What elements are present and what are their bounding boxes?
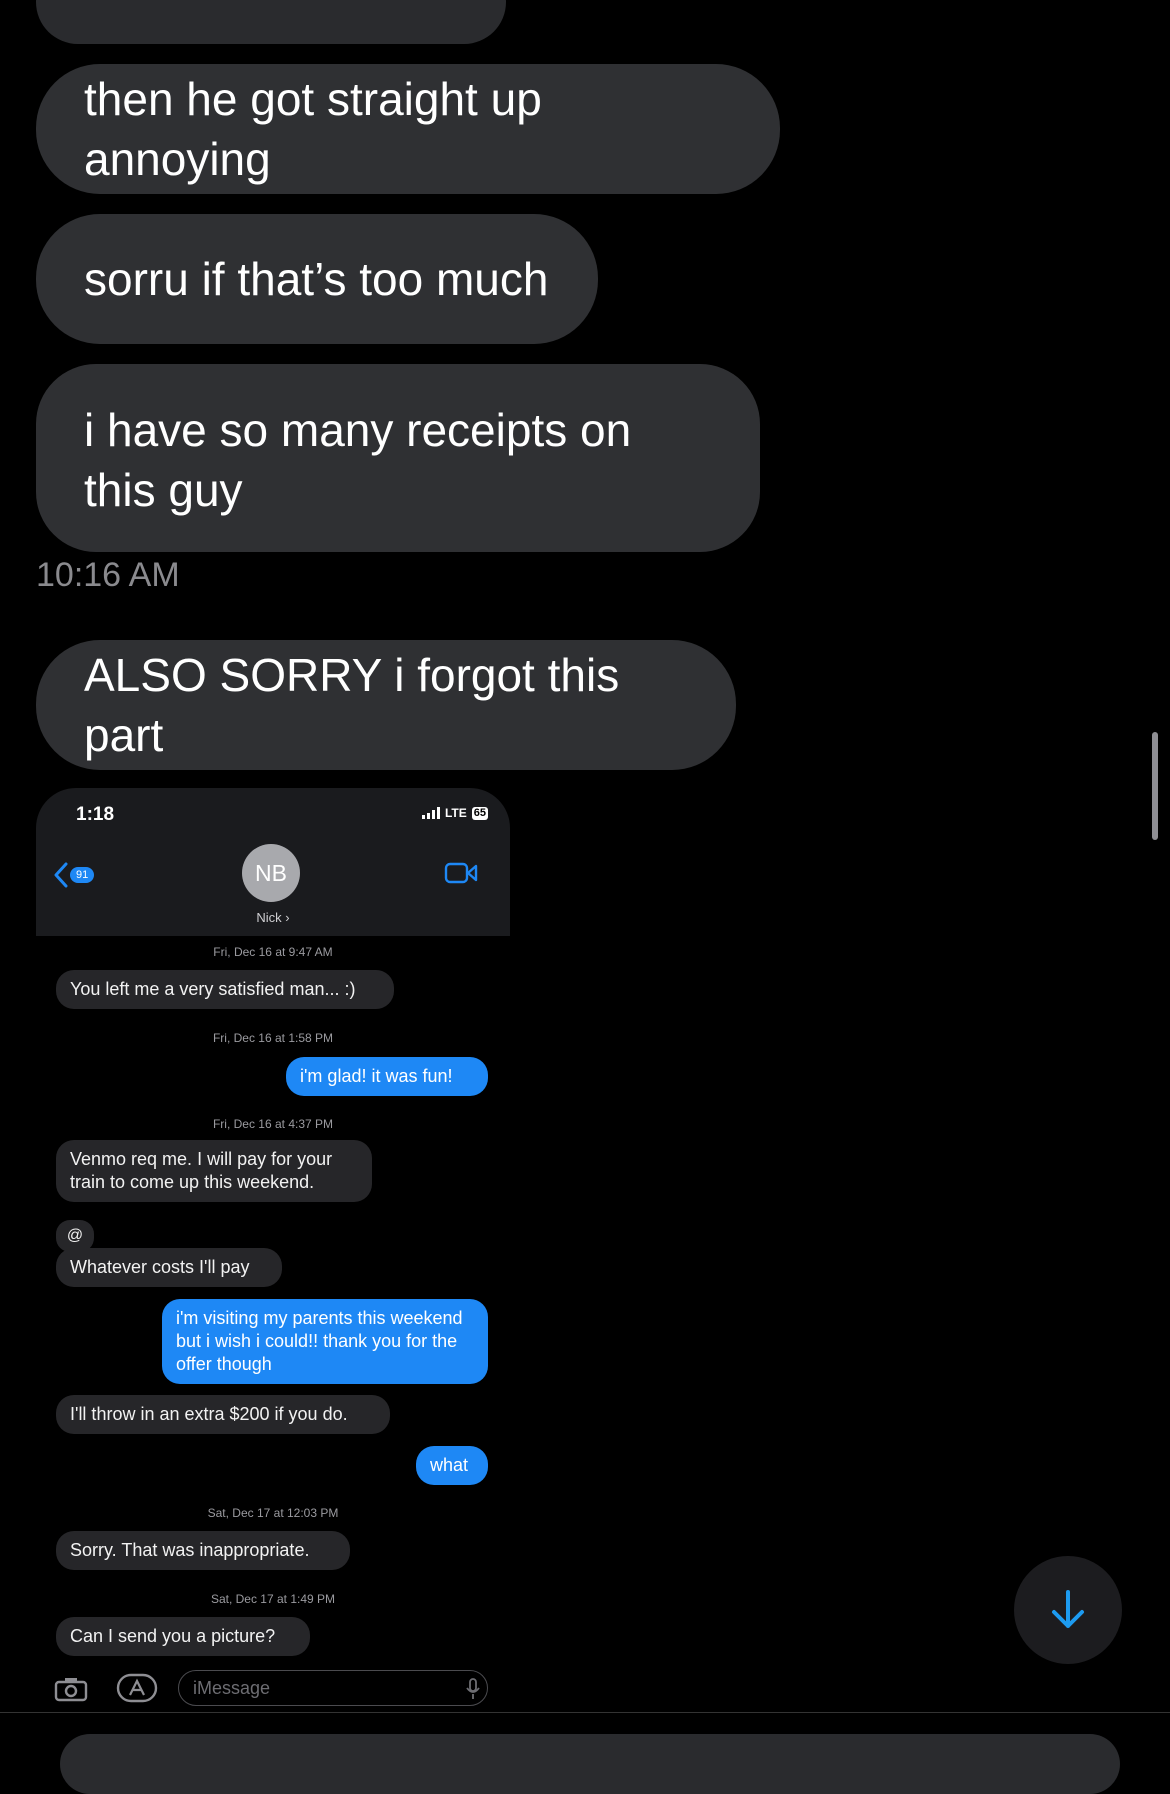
arrow-down-icon — [1052, 1590, 1084, 1628]
chat-message: I'll throw in an extra $200 if you do. — [56, 1395, 390, 1434]
date-separator: Sat, Dec 17 at 1:49 PM — [210, 1592, 336, 1606]
message-bubble[interactable]: ALSO SORRY i forgot this part — [36, 640, 736, 770]
signal-icon — [421, 807, 440, 819]
attached-screenshot[interactable]: 1:18 LTE 65 91 NB Nick › Fri, Dec 16 at … — [36, 788, 510, 1713]
screenshot-header: 1:18 LTE 65 91 NB Nick › — [36, 788, 510, 936]
message-text: ALSO SORRY i forgot this part — [84, 649, 620, 761]
status-time: 1:18 — [76, 804, 115, 825]
imessage-input: iMessage — [178, 1670, 488, 1706]
date-separator: Fri, Dec 16 at 4:37 PM — [212, 1117, 334, 1131]
microphone-icon — [466, 1678, 480, 1699]
chat-message: what — [416, 1446, 488, 1485]
divider — [0, 1712, 1170, 1713]
chat-message: Sorry. That was inappropriate. — [56, 1531, 350, 1570]
message-bubble[interactable]: i have so many receipts on this guy — [36, 364, 760, 552]
scroll-down-button[interactable] — [1014, 1556, 1122, 1664]
message-text: i have so many receipts on this guy — [84, 404, 632, 516]
status-icons: LTE 65 — [421, 806, 488, 820]
avatar: NB — [242, 844, 300, 902]
message-text: sorru if that’s too much — [84, 253, 549, 305]
chat-message: You left me a very satisfied man... :) — [56, 970, 394, 1009]
date-separator: Fri, Dec 16 at 9:47 AM — [213, 945, 333, 959]
contact-name: Nick › — [256, 910, 290, 925]
chat-message: i'm visiting my parents this weekend but… — [162, 1299, 488, 1384]
chat-message: Can I send you a picture? — [56, 1617, 310, 1656]
app-store-icon — [116, 1673, 158, 1703]
video-icon — [444, 862, 478, 884]
scrollbar[interactable] — [1152, 732, 1158, 840]
network-label: LTE — [444, 806, 467, 820]
previous-message-bubble — [36, 0, 506, 44]
back-button: 91 — [54, 862, 95, 888]
chat-message: Whatever costs I'll pay — [56, 1248, 282, 1287]
message-timestamp: 10:16 AM — [36, 556, 180, 594]
compose-bar: iMessage — [36, 1670, 510, 1710]
message-bubble[interactable]: sorru if that’s too much — [36, 214, 598, 344]
chat-message: Venmo req me. I will pay for your train … — [56, 1140, 372, 1202]
next-message-bubble — [60, 1734, 1120, 1794]
chat-message: i'm glad! it was fun! — [286, 1057, 488, 1096]
chevron-left-icon — [54, 862, 68, 888]
date-separator: Fri, Dec 16 at 1:58 PM — [212, 1031, 334, 1045]
date-separator: Sat, Dec 17 at 12:03 PM — [207, 1506, 339, 1520]
message-text: then he got straight up annoying — [84, 73, 542, 185]
message-bubble[interactable]: then he got straight up annoying — [36, 64, 780, 194]
unread-badge: 91 — [70, 867, 95, 883]
camera-icon — [54, 1678, 88, 1702]
battery-icon: 65 — [471, 806, 488, 820]
